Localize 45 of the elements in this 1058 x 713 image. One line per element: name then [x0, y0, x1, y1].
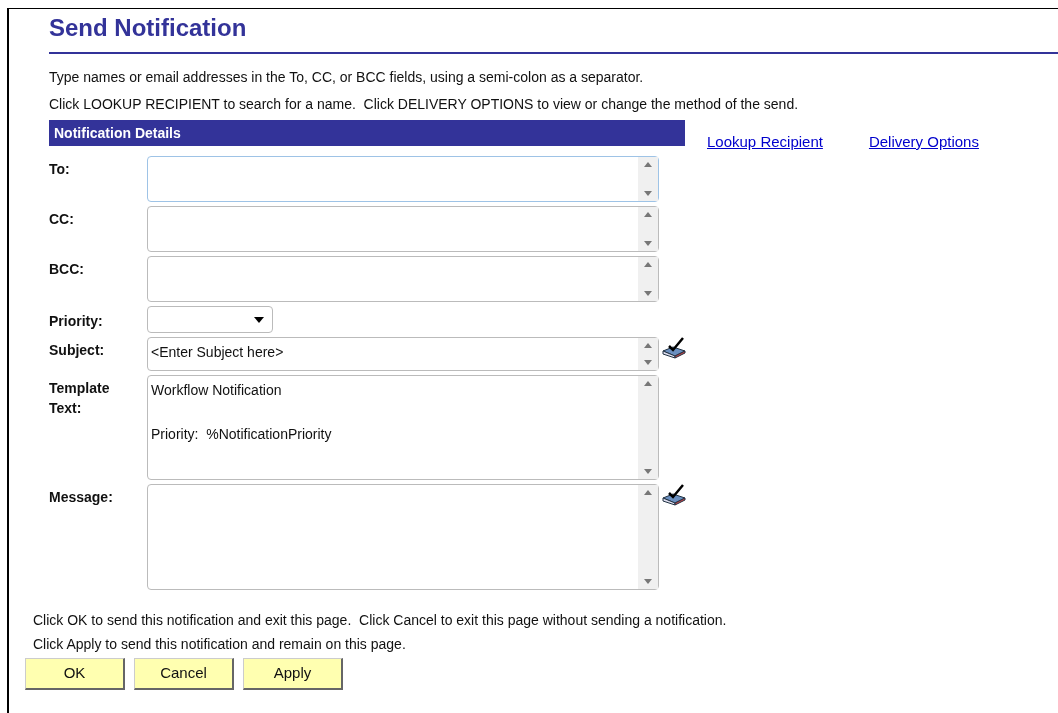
scrollbar[interactable] [638, 157, 658, 201]
field-label: To: [49, 160, 71, 179]
field-label: CC: [49, 210, 75, 229]
scrollbar[interactable] [638, 485, 658, 589]
link[interactable]: Delivery Options [868, 131, 979, 154]
book-check-icon[interactable] [661, 337, 687, 359]
action-button[interactable]: OK [25, 658, 125, 690]
text-area[interactable] [147, 256, 659, 302]
field-label: Message: [49, 488, 114, 507]
scrollbar[interactable] [638, 257, 658, 301]
down-arrow-icon [644, 241, 652, 246]
action-button[interactable]: Cancel [134, 658, 234, 690]
text-area[interactable]: <Enter Subject here> [147, 337, 659, 371]
field-label: BCC: [49, 260, 85, 279]
caret-icon [254, 316, 264, 323]
up-arrow-icon [644, 162, 652, 167]
down-arrow-icon [644, 191, 652, 196]
down-arrow-icon [644, 291, 652, 296]
down-arrow-icon [644, 469, 652, 474]
priority-dropdown[interactable] [147, 306, 273, 333]
up-arrow-icon [644, 262, 652, 267]
up-arrow-icon [644, 343, 652, 348]
field-label: Priority: [49, 312, 104, 331]
field-label: Template Text: [49, 379, 111, 418]
page-title: Send Notification [49, 13, 248, 43]
section-header: Notification Details [49, 120, 685, 146]
up-arrow-icon [644, 381, 652, 386]
text-area[interactable]: Workflow Notification Priority: %NotificationPriority [147, 375, 659, 480]
action-button[interactable]: Apply [243, 658, 343, 690]
down-arrow-icon [644, 360, 652, 365]
field-label: Subject: [49, 341, 106, 360]
scrollbar[interactable] [638, 207, 658, 251]
up-arrow-icon [644, 490, 652, 495]
text-area[interactable] [147, 156, 659, 202]
down-arrow-icon [644, 579, 652, 584]
book-check-icon[interactable] [661, 484, 687, 506]
footer-text: Click OK to send this notification and exit this page. Click Cancel to exit this page without sending a notification. [33, 611, 728, 630]
text-area[interactable] [147, 206, 659, 252]
scrollbar[interactable] [638, 376, 658, 479]
up-arrow-icon [644, 212, 652, 217]
footer-text: Click Apply to send this notification and remain on this page. [33, 635, 407, 654]
instruction-text: Click LOOKUP RECIPIENT to search for a name. Click DELIVERY OPTIONS to view or change the method of the send. [49, 95, 800, 114]
link[interactable]: Lookup Recipient [707, 131, 823, 154]
scrollbar[interactable] [638, 338, 658, 370]
instruction-text: Type names or email addresses in the To, CC, or BCC fields, using a semi-colon as a separator. [49, 68, 645, 87]
